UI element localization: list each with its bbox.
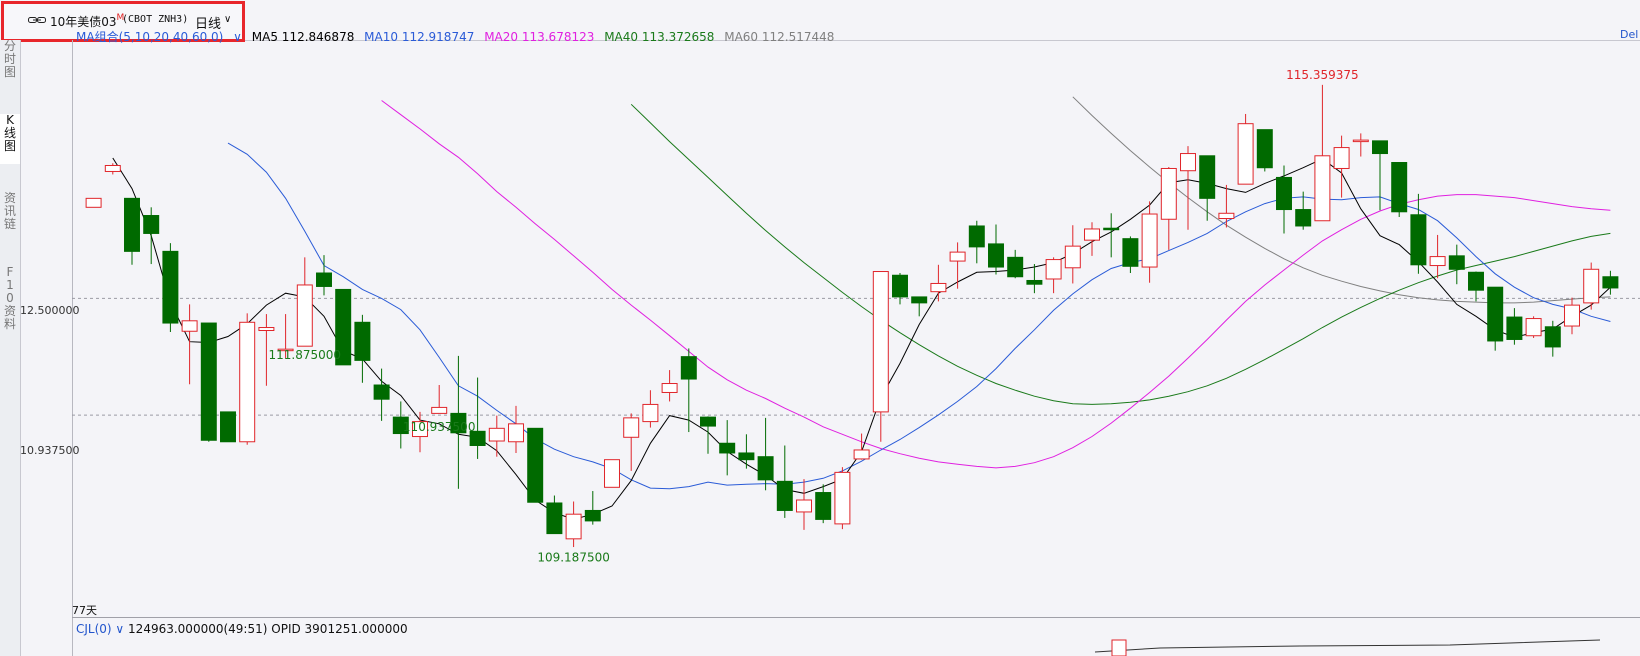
- candle-body-up: [239, 321, 256, 443]
- candle-body-up: [1564, 304, 1580, 327]
- candle-body-up: [604, 459, 620, 488]
- candle-body-up: [488, 427, 505, 442]
- legend-toggle[interactable]: Del: [1620, 28, 1638, 41]
- candle-body-up: [949, 251, 966, 262]
- candle-body-down: [757, 456, 774, 481]
- candle-body-up: [1141, 213, 1158, 268]
- candle-body-up: [1333, 147, 1350, 169]
- candle-body-down: [1276, 176, 1292, 211]
- candle-body-down: [1122, 238, 1139, 267]
- low-price-annotation: 111.875000: [269, 348, 342, 362]
- low-price-annotation: 109.187500: [537, 551, 610, 565]
- candle-body-down: [1295, 209, 1312, 227]
- ma40-line: [630, 103, 1611, 405]
- candle-body-down: [776, 480, 793, 511]
- volume-divider: [72, 617, 1640, 618]
- candle-body-up: [623, 417, 640, 438]
- volume-line: [1094, 639, 1601, 653]
- ma-legend: MA组合(5,10,20,40,60,0) ∨ MA5 112.846878 M…: [76, 28, 840, 45]
- visible-days-count: 77天: [72, 604, 97, 617]
- volume-legend: CJL(0) ∨ 124963.000000(49:51) OPID 39012…: [76, 622, 408, 636]
- ma60-label: MA60 112.517448: [724, 30, 835, 44]
- candle-body-down: [1602, 276, 1619, 289]
- candle-body-down: [700, 416, 716, 427]
- candle-body-up: [834, 471, 851, 525]
- candle-body-up: [565, 513, 582, 540]
- candle-body-up: [1218, 212, 1235, 220]
- candle-body-up: [1525, 318, 1542, 337]
- candle-body-down: [815, 492, 832, 520]
- candle-body-down: [200, 322, 217, 441]
- candle-body-down: [1391, 162, 1408, 213]
- candle-body-up: [1180, 153, 1196, 172]
- candlestick-chart[interactable]: 115.359375 110.937500 109.187500 111.875000: [0, 0, 1640, 656]
- candle-body-up: [85, 197, 102, 208]
- low-price-annotation: 110.937500: [403, 420, 476, 434]
- candle-body-down: [143, 215, 160, 234]
- open-interest-value: OPID 3901251.000000: [271, 622, 408, 636]
- volume-value: 124963.000000(49:51): [128, 622, 268, 636]
- candle-body-up: [296, 284, 313, 347]
- candle-body-up: [104, 164, 121, 172]
- candle-body-up: [1429, 256, 1446, 267]
- ma5-label: MA5 112.846878: [251, 30, 355, 44]
- candle-body-up: [930, 282, 947, 293]
- candle-body-up: [661, 383, 678, 393]
- candle-body-down: [892, 274, 908, 298]
- candle-body-up: [431, 406, 448, 414]
- volume-indicator-selector[interactable]: CJL(0) ∨: [76, 622, 124, 636]
- candle-body-up: [1064, 245, 1081, 269]
- candle-body-down: [354, 321, 371, 361]
- candle-body-down: [1410, 214, 1427, 266]
- candle-body-up: [853, 449, 870, 460]
- candle-body-up: [1160, 167, 1177, 220]
- candle-body-down: [911, 296, 928, 304]
- candle-body-down: [738, 452, 755, 461]
- candle-body-down: [1487, 286, 1504, 342]
- candle-body-down: [162, 250, 179, 324]
- candle-body-up: [1084, 228, 1100, 241]
- candle-body-down: [527, 427, 544, 503]
- candle-body-down: [1544, 326, 1561, 348]
- high-price-annotation: 115.359375: [1286, 68, 1359, 82]
- ma10-label: MA10 112.918747: [364, 30, 475, 44]
- volume-bar: [1111, 639, 1127, 656]
- candle-body-down: [1372, 140, 1388, 155]
- candle-body-down: [968, 225, 985, 248]
- candle-body-down: [1026, 279, 1043, 285]
- candle-body-up: [1352, 139, 1369, 143]
- ma20-label: MA20 113.678123: [484, 30, 595, 44]
- candle-body-down: [316, 272, 332, 287]
- candle-body-down: [1103, 227, 1120, 231]
- candle-body-up: [872, 271, 889, 413]
- volume-indicator-name: CJL(0): [76, 622, 112, 636]
- candle-body-up: [181, 320, 198, 332]
- candle-body-down: [988, 243, 1004, 268]
- candle-body-up: [1314, 155, 1331, 222]
- candle-body-up: [642, 403, 659, 423]
- candle-body-down: [124, 197, 140, 252]
- candle-body-down: [680, 356, 697, 380]
- candle-body-down: [1199, 155, 1216, 199]
- candle-body-up: [508, 423, 524, 443]
- candle-body-down: [1448, 255, 1465, 270]
- ma20-line: [381, 100, 1611, 469]
- candle-body-down: [584, 509, 601, 522]
- ma40-label: MA40 113.372658: [604, 30, 715, 44]
- candle-body-down: [1256, 129, 1273, 169]
- candle-body-up: [796, 499, 812, 513]
- candle-body-down: [546, 502, 563, 535]
- candle-body-up: [1045, 259, 1062, 280]
- candle-body-down: [220, 411, 236, 443]
- candle-body-down: [1506, 316, 1523, 340]
- candle-body-down: [373, 384, 390, 400]
- ma-combo-selector[interactable]: MA组合(5,10,20,40,60,0) ∨: [76, 30, 242, 44]
- candle-body-up: [1583, 268, 1600, 304]
- candle-body-down: [719, 442, 736, 454]
- ma-combo-label: MA组合(5,10,20,40,60,0): [76, 30, 224, 44]
- candle-body-down: [1007, 256, 1024, 278]
- candle-body-up: [1237, 123, 1254, 185]
- candle-body-down: [1468, 271, 1484, 291]
- candle-body-up: [258, 327, 275, 332]
